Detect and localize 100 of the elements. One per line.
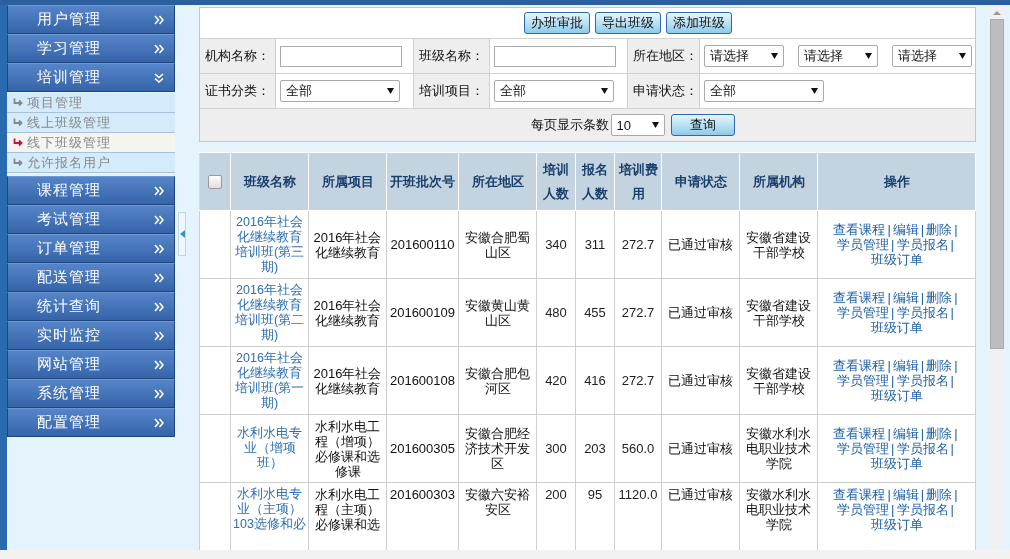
menu-item[interactable]: 学习管理 <box>7 34 175 63</box>
action-link[interactable]: 编辑 <box>892 426 919 441</box>
filter-label: 所在地区： <box>628 39 699 73</box>
action-link[interactable]: 班级订单 <box>870 517 923 532</box>
link-separator: | <box>950 237 954 252</box>
project-cell: 2016年社会化继续教育 <box>308 346 387 415</box>
arrow-icon <box>13 98 24 107</box>
dropdown-arrow-icon <box>959 53 966 59</box>
dropdown[interactable]: 请选择 <box>798 45 878 67</box>
action-link[interactable]: 学员管理 <box>837 502 890 517</box>
status-cell: 已通过审核 <box>661 278 740 347</box>
action-link[interactable]: 查看课程 <box>833 426 886 441</box>
chevron-right-icon <box>154 185 164 196</box>
menu-item[interactable]: 用户管理 <box>7 5 175 34</box>
action-link[interactable]: 查看课程 <box>833 290 886 305</box>
action-link[interactable]: 班级订单 <box>870 388 923 403</box>
action-link[interactable]: 删除 <box>926 290 953 305</box>
menu-item[interactable]: 网站管理 <box>7 350 175 379</box>
arrow-icon <box>13 158 24 167</box>
link-separator: | <box>887 426 891 441</box>
filter-label: 申请状态： <box>628 74 699 108</box>
action-link[interactable]: 学员管理 <box>837 305 890 320</box>
action-link[interactable]: 学员管理 <box>837 237 890 252</box>
scrollbar[interactable] <box>989 5 1004 550</box>
fee-cell: 272.7 <box>614 210 662 279</box>
column-header: 培训费用 <box>614 152 662 211</box>
text-field[interactable] <box>280 45 402 67</box>
action-link[interactable]: 学员报名 <box>896 502 949 517</box>
query-button[interactable]: 查询 <box>670 114 735 136</box>
toolbar-button[interactable]: 导出班级 <box>594 12 661 34</box>
submenu-item[interactable]: 线下班级管理 <box>7 133 175 153</box>
filter-label: 培训项目： <box>414 74 489 108</box>
link-separator: | <box>950 441 954 456</box>
dropdown[interactable]: 全部 <box>280 80 400 102</box>
link-separator: | <box>891 305 895 320</box>
dropdown[interactable]: 请选择 <box>704 45 784 67</box>
enrolled-count: 311 <box>575 210 615 279</box>
menu-item[interactable]: 配置管理 <box>7 408 175 437</box>
collapse-handle[interactable] <box>178 212 186 256</box>
action-link[interactable]: 编辑 <box>892 290 919 305</box>
chevron-down-icon <box>154 72 164 83</box>
action-link[interactable]: 查看课程 <box>833 487 886 502</box>
link-separator: | <box>887 222 891 237</box>
menu-item[interactable]: 统计查询 <box>7 292 175 321</box>
link-separator: | <box>887 290 891 305</box>
link-separator: | <box>920 358 925 373</box>
page-size-dropdown[interactable]: 10 <box>610 114 665 136</box>
fee-cell: 272.7 <box>614 346 662 415</box>
region-cell: 安徽合肥蜀山区 <box>458 210 537 279</box>
action-link[interactable]: 编辑 <box>892 358 919 373</box>
dropdown-arrow-icon <box>771 53 778 59</box>
action-link[interactable]: 编辑 <box>892 487 919 502</box>
text-field[interactable] <box>494 45 616 67</box>
select-all-checkbox[interactable] <box>208 175 222 190</box>
menu-item[interactable]: 实时监控 <box>7 321 175 350</box>
menu-item[interactable]: 系统管理 <box>7 379 175 408</box>
toolbar-button[interactable]: 添加班级 <box>665 12 732 34</box>
action-link[interactable]: 学员报名 <box>896 237 949 252</box>
status-cell: 已通过审核 <box>661 346 740 415</box>
link-separator: | <box>920 222 925 237</box>
action-link[interactable]: 删除 <box>926 222 953 237</box>
menu-item[interactable]: 订单管理 <box>7 234 175 263</box>
organization-cell: 安徽省建设干部学校 <box>739 278 818 347</box>
menu-item[interactable]: 考试管理 <box>7 205 175 234</box>
action-link[interactable]: 学员管理 <box>837 373 890 388</box>
action-link[interactable]: 学员报名 <box>896 441 949 456</box>
link-separator: | <box>920 426 925 441</box>
action-link[interactable]: 删除 <box>926 426 953 441</box>
action-link[interactable]: 班级订单 <box>870 456 923 471</box>
planned-count: 300 <box>536 414 576 483</box>
link-separator: | <box>891 441 895 456</box>
dropdown[interactable]: 请选择 <box>892 45 972 67</box>
action-link[interactable]: 删除 <box>926 358 953 373</box>
region-cell: 安徽合肥包河区 <box>458 346 537 415</box>
action-link[interactable]: 班级订单 <box>870 320 923 335</box>
action-link[interactable]: 删除 <box>926 487 953 502</box>
action-link[interactable]: 查看课程 <box>833 222 886 237</box>
column-header: 申请状态 <box>661 152 740 211</box>
chevron-right-icon <box>154 301 164 312</box>
link-separator: | <box>891 373 895 388</box>
dropdown[interactable]: 全部 <box>704 80 824 102</box>
organization-cell: 安徽水利水电职业技术学院 <box>739 414 818 483</box>
enrolled-count: 416 <box>575 346 615 415</box>
page-size-label: 每页显示条数 <box>530 116 609 134</box>
toolbar-button[interactable]: 办班审批 <box>523 12 590 34</box>
dropdown-arrow-icon <box>811 88 818 94</box>
action-link[interactable]: 学员报名 <box>896 373 949 388</box>
action-link[interactable]: 学员管理 <box>837 441 890 456</box>
menu-item[interactable]: 课程管理 <box>7 176 175 205</box>
planned-count: 340 <box>536 210 576 279</box>
action-link[interactable]: 编辑 <box>892 222 919 237</box>
menu-item[interactable]: 培训管理 <box>7 63 175 92</box>
dropdown[interactable]: 全部 <box>494 80 614 102</box>
action-link[interactable]: 查看课程 <box>833 358 886 373</box>
batch-number: 201600305 <box>386 414 459 483</box>
link-separator: | <box>950 373 954 388</box>
menu-item[interactable]: 配送管理 <box>7 263 175 292</box>
action-link[interactable]: 班级订单 <box>870 252 923 267</box>
arrow-icon <box>13 118 24 127</box>
action-link[interactable]: 学员报名 <box>896 305 949 320</box>
